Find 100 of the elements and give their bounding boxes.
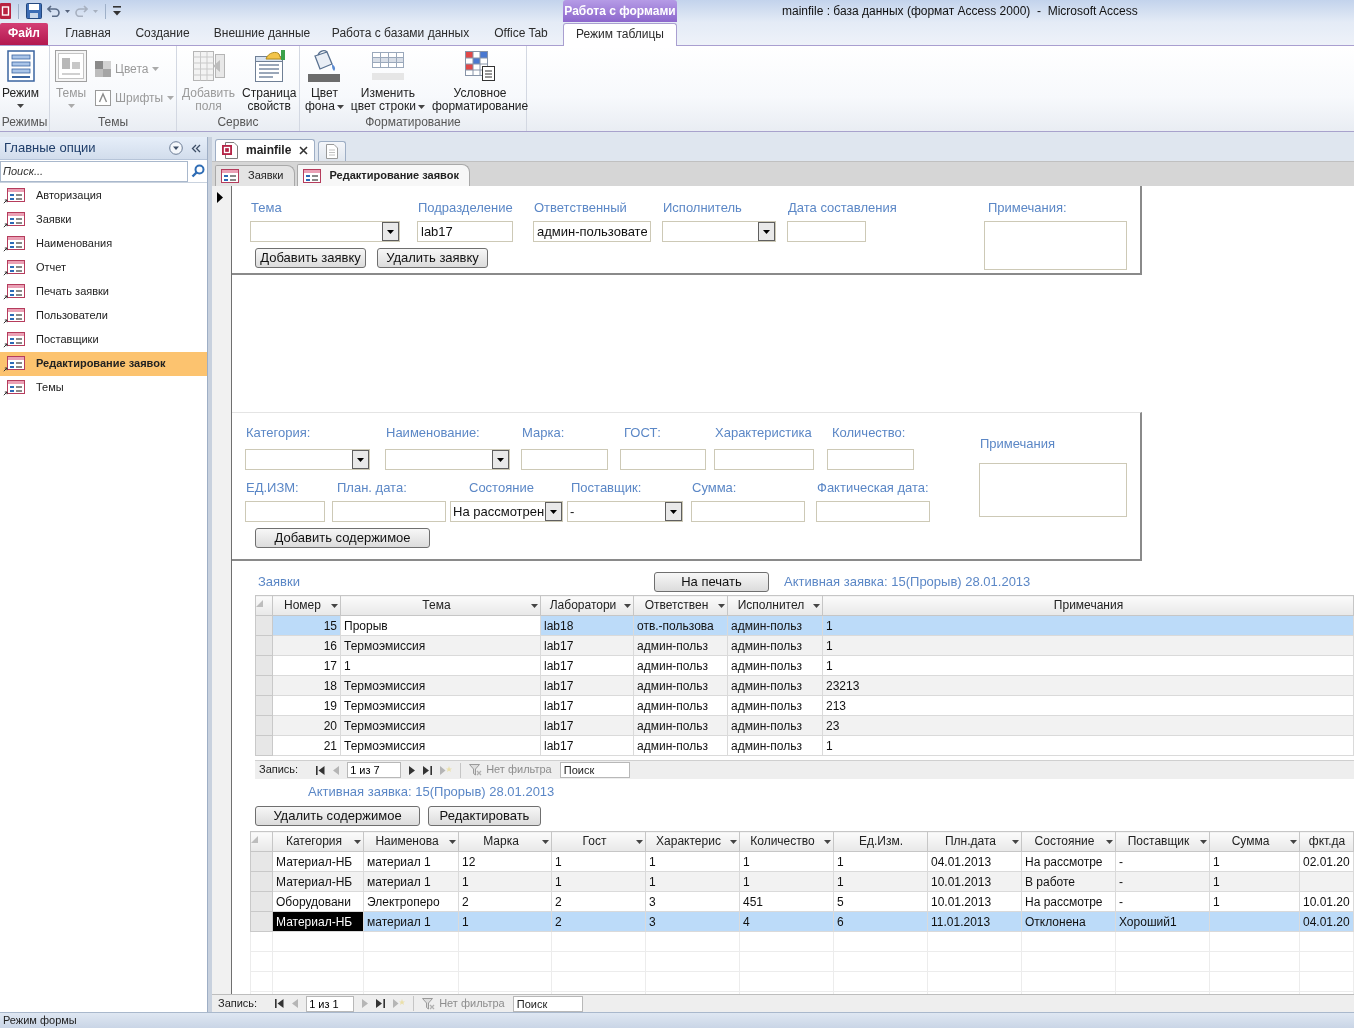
text-field[interactable] <box>521 449 608 470</box>
text-field[interactable] <box>816 501 930 522</box>
dropdown-circle-icon[interactable] <box>169 141 183 155</box>
memo-field[interactable] <box>979 463 1127 517</box>
column-header[interactable]: Состояние <box>1021 831 1116 852</box>
delete-request-button[interactable]: Удалить заявку <box>377 248 488 268</box>
column-header[interactable]: Примечания <box>822 595 1354 616</box>
ribbon-tab[interactable]: Главная <box>53 23 123 45</box>
search-field[interactable]: Поиск <box>559 762 630 778</box>
print-button[interactable]: На печать <box>654 571 769 592</box>
combo-box[interactable] <box>245 449 370 470</box>
caret-icon[interactable] <box>636 839 643 844</box>
caret-icon[interactable] <box>65 9 70 13</box>
nav-pane-item[interactable]: Пользователи <box>0 304 207 328</box>
table-row[interactable]: 15 Прорыв lab18 отв.-пользова админ-польз 1 <box>255 615 1354 636</box>
text-field[interactable] <box>787 221 866 242</box>
caret-icon[interactable] <box>824 839 831 844</box>
ribbon-tab[interactable]: Внешние данные <box>202 23 322 45</box>
ribbon-button[interactable]: Условное форматирование <box>429 50 531 115</box>
caret-icon[interactable] <box>1106 839 1113 844</box>
column-header[interactable]: Лаборатори <box>540 595 634 616</box>
table-row[interactable]: 19 Термоэмиссия lab17 админ-польз админ-польз 213 <box>255 695 1354 716</box>
search-icon[interactable] <box>191 164 205 178</box>
search-field[interactable]: Поиск <box>512 995 583 1012</box>
caret-icon[interactable] <box>1290 839 1297 844</box>
column-header[interactable]: Ед.Изм. <box>833 831 928 852</box>
caret-icon[interactable] <box>624 603 631 608</box>
column-header[interactable]: Наименова <box>363 831 459 852</box>
table-row[interactable]: 17 1 lab17 админ-польз админ-польз 1 <box>255 655 1354 676</box>
ribbon-button[interactable]: Изменить цвет строки <box>348 50 427 115</box>
ribbon-tab[interactable]: Office Tab <box>479 23 563 45</box>
combo-box[interactable] <box>662 221 776 242</box>
caret-icon[interactable] <box>1012 839 1019 844</box>
edit-button[interactable]: Редактировать <box>428 806 541 826</box>
column-header[interactable]: Марка <box>458 831 552 852</box>
column-header[interactable]: Гост <box>551 831 646 852</box>
text-field[interactable]: админ-пользовате <box>533 221 651 242</box>
column-header[interactable]: Количество <box>739 831 834 852</box>
nav-pane-item[interactable]: Печать заявки <box>0 280 207 304</box>
caret-icon[interactable] <box>531 603 538 608</box>
table-row[interactable]: 18 Термоэмиссия lab17 админ-польз админ-польз 23213 <box>255 675 1354 696</box>
caret-icon[interactable] <box>1200 839 1207 844</box>
column-header[interactable]: Сумма <box>1209 831 1300 852</box>
table-row[interactable]: Материал-НБ материал 1 1 1 1 1 1 10.01.2013 В работе - 1 <box>250 871 1354 892</box>
nav-pane-item[interactable]: Наименования <box>0 232 207 256</box>
ribbon-button[interactable]: Страница свойств <box>240 50 299 115</box>
double-chevron-icon[interactable] <box>191 143 201 153</box>
ribbon-button[interactable]: Режим <box>0 50 41 115</box>
ribbon-button[interactable]: Цвет фона <box>303 50 346 115</box>
last-record-icon[interactable] <box>423 765 433 775</box>
object-tab[interactable]: Редактирование заявок <box>296 164 470 186</box>
table-row[interactable]: 16 Термоэмиссия lab17 админ-польз админ-польз 1 <box>255 635 1354 656</box>
combo-box[interactable] <box>385 449 510 470</box>
column-header[interactable]: Поставщик <box>1115 831 1210 852</box>
column-header[interactable]: Тема <box>340 595 541 616</box>
combo-box[interactable]: - <box>567 501 683 522</box>
nav-pane-item[interactable]: Заявки <box>0 208 207 232</box>
caret-icon[interactable] <box>354 839 361 844</box>
first-record-icon[interactable] <box>275 999 285 1008</box>
text-field[interactable] <box>714 449 814 470</box>
column-header[interactable]: Исполнител <box>727 595 823 616</box>
add-request-button[interactable]: Добавить заявку <box>255 248 366 268</box>
undo-icon[interactable] <box>47 5 60 17</box>
record-number-field[interactable]: 1 из 1 <box>306 995 355 1012</box>
document-tab[interactable]: mainfile <box>215 139 316 161</box>
text-field[interactable] <box>827 449 914 470</box>
customize-toolbar-icon[interactable] <box>113 6 121 16</box>
last-record-icon[interactable] <box>376 999 386 1008</box>
table-row[interactable]: 20 Термоэмиссия lab17 админ-польз админ-польз 23 <box>255 715 1354 736</box>
ribbon-tab[interactable]: Работа с базами данных <box>322 23 479 45</box>
text-field[interactable] <box>691 501 805 522</box>
next-record-icon[interactable] <box>409 765 416 775</box>
combo-box[interactable]: На рассмотрен <box>450 501 563 522</box>
table-row[interactable]: Материал-НБ материал 1 1 2 3 4 6 11.01.2013 Отклонена Хороший1 04.01.20 <box>250 911 1354 932</box>
caret-icon[interactable] <box>730 839 737 844</box>
caret-icon[interactable] <box>813 603 820 608</box>
combo-box[interactable] <box>250 221 400 242</box>
caret-icon[interactable] <box>331 603 338 608</box>
text-field[interactable] <box>332 501 446 522</box>
column-header[interactable]: Характерис <box>645 831 740 852</box>
close-icon[interactable] <box>299 146 309 155</box>
file-tab[interactable]: Файл <box>0 23 48 45</box>
text-field[interactable]: lab17 <box>417 221 513 242</box>
memo-field[interactable] <box>984 221 1127 270</box>
save-icon[interactable] <box>26 3 42 19</box>
nav-pane-item[interactable]: Отчет <box>0 256 207 280</box>
ribbon-tab[interactable]: Создание <box>123 23 202 45</box>
table-row[interactable]: Материал-НБ материал 1 12 1 1 1 1 04.01.2013 На рассмотре - 1 02.01.20 <box>250 851 1354 872</box>
object-tab[interactable]: Заявки <box>215 165 295 186</box>
caret-icon[interactable] <box>718 603 725 608</box>
caret-icon[interactable] <box>542 839 549 844</box>
nav-pane-item[interactable]: Поставщики <box>0 328 207 352</box>
text-field[interactable] <box>620 449 706 470</box>
nav-pane-item[interactable]: Авторизация <box>0 184 207 208</box>
column-header[interactable]: фкт.да <box>1299 831 1354 852</box>
table-row[interactable]: 21 Термоэмиссия lab17 админ-польз админ-польз 1 <box>255 735 1354 756</box>
column-header[interactable]: Категория <box>272 831 364 852</box>
first-record-icon[interactable] <box>316 765 326 775</box>
search-field[interactable]: Поиск... <box>0 160 188 182</box>
column-header[interactable]: Ответствен <box>633 595 728 616</box>
